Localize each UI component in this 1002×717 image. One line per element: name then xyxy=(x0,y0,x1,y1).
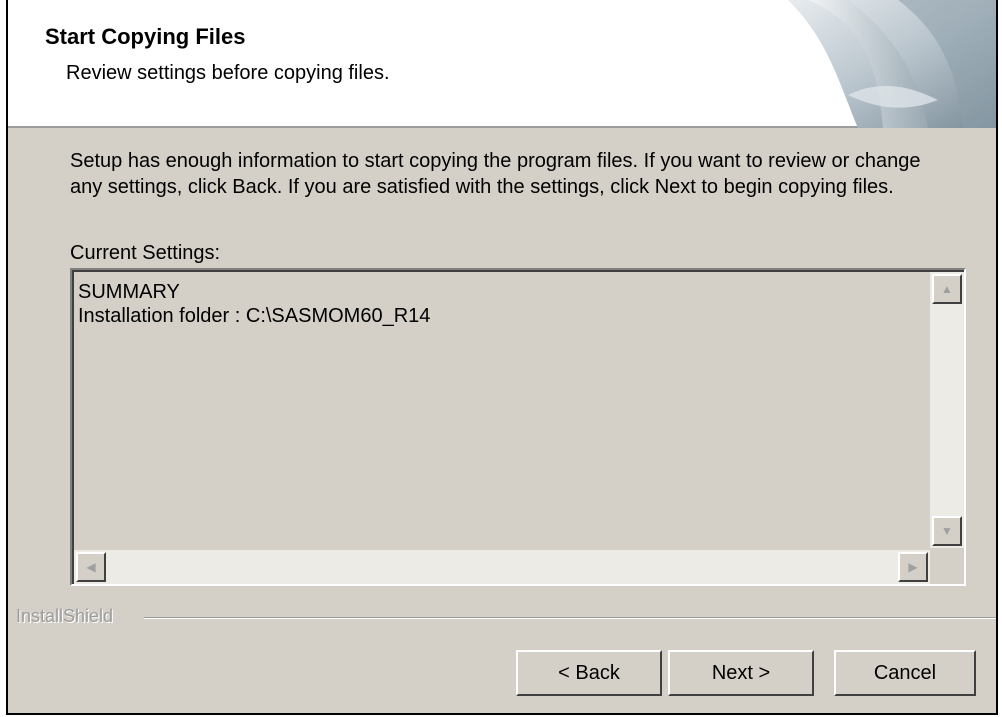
next-button[interactable]: Next > xyxy=(668,650,814,696)
header-subtitle: Review settings before copying files. xyxy=(66,62,390,84)
scroll-up-arrow-icon[interactable]: ▲ xyxy=(932,274,962,304)
vertical-scrollbar[interactable]: ▲ ▼ xyxy=(930,272,964,548)
current-settings-label: Current Settings: xyxy=(70,242,221,264)
brand-row: InstallShield xyxy=(8,606,996,630)
intro-text: Setup has enough information to start co… xyxy=(70,150,921,198)
current-settings-textbox[interactable]: SUMMARY Installation folder : C:\SASMOM6… xyxy=(70,268,966,586)
installer-dialog: Start Copying Files Review settings befo… xyxy=(6,0,998,715)
horizontal-scrollbar[interactable]: ◀ ▶ xyxy=(74,550,930,584)
settings-line-summary: SUMMARY xyxy=(78,281,180,303)
back-button[interactable]: < Back xyxy=(516,650,662,696)
header-title: Start Copying Files xyxy=(45,24,246,49)
settings-line-install-folder: Installation folder : C:\SASMOM60_R14 xyxy=(78,305,431,327)
dialog-header: Start Copying Files Review settings befo… xyxy=(8,0,996,128)
installer-banner-graphic xyxy=(788,0,996,128)
settings-content: SUMMARY Installation folder : C:\SASMOM6… xyxy=(78,280,430,328)
installshield-brand: InstallShield xyxy=(16,606,114,626)
scrollbar-corner xyxy=(930,550,964,584)
cancel-button[interactable]: Cancel xyxy=(834,650,976,696)
scroll-down-arrow-icon[interactable]: ▼ xyxy=(932,516,962,546)
brand-divider xyxy=(144,617,996,619)
scroll-left-arrow-icon[interactable]: ◀ xyxy=(76,552,106,582)
scroll-right-arrow-icon[interactable]: ▶ xyxy=(898,552,928,582)
